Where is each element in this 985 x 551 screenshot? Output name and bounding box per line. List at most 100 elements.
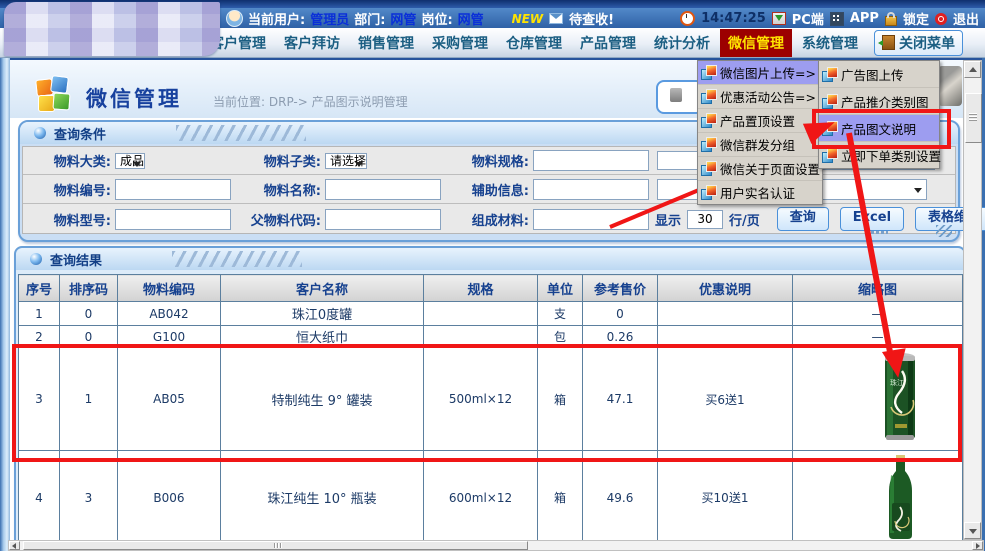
material-name-label: 物料名称: xyxy=(237,180,325,199)
menu-item-product-pin-settings[interactable]: 产品置顶设置 xyxy=(698,109,822,133)
menu-image-icon xyxy=(701,185,718,200)
lock-link[interactable]: 锁定 xyxy=(903,9,929,28)
col-sort[interactable]: 排序码 xyxy=(60,275,118,302)
product-name-link[interactable]: 珠江0度罐 xyxy=(221,302,424,326)
breadcrumb-path: DRP-> 产品图示说明管理 xyxy=(269,95,408,109)
parent-code-input[interactable] xyxy=(325,209,441,230)
cell-thumb-empty: — xyxy=(793,326,963,348)
material-code-input[interactable] xyxy=(115,179,231,200)
cell-code: AB05 xyxy=(118,348,221,451)
vertical-scrollbar[interactable] xyxy=(963,60,982,540)
product-name-link[interactable]: 珠江纯生 10° 瓶装 xyxy=(221,451,424,543)
col-seq[interactable]: 序号 xyxy=(19,275,60,302)
inbox-link[interactable]: 待查收! xyxy=(569,9,614,28)
product-bottle-thumbnail[interactable] xyxy=(880,455,920,541)
app-window: 当前用户: 管理员 部门: 网管 岗位: 网管 NEW 待查收! 14:47:2… xyxy=(0,0,985,551)
material-class-label: 物料大类: xyxy=(23,151,115,170)
product-name-link[interactable]: 恒大纸巾 xyxy=(221,326,424,348)
aux-info-label: 辅助信息: xyxy=(443,180,533,199)
scroll-up-button[interactable] xyxy=(964,61,981,78)
cell-unit: 支 xyxy=(538,302,583,326)
table-row: 1 0 AB042 珠江0度罐 支 0 — xyxy=(19,302,963,326)
material-model-input[interactable] xyxy=(115,209,231,230)
menu-item-user-verification[interactable]: 用户实名认证 xyxy=(698,181,822,204)
submenu-item-order-now-category[interactable]: 立即下单类别设置 xyxy=(819,142,939,168)
window-left-edge xyxy=(0,58,10,551)
nav-item-warehouse-mgmt[interactable]: 仓库管理 xyxy=(498,29,570,57)
cell-price: 0.26 xyxy=(583,326,658,348)
cell-price: 49.6 xyxy=(583,451,658,543)
cell-price: 0 xyxy=(583,302,658,326)
col-price[interactable]: 参考售价 xyxy=(583,275,658,302)
col-code[interactable]: 物料编码 xyxy=(118,275,221,302)
product-can-thumbnail[interactable]: 珠江 xyxy=(877,351,923,445)
panel-corner-decoration xyxy=(936,225,952,237)
page-size-input[interactable]: 30 xyxy=(687,210,723,229)
logout-icon[interactable] xyxy=(935,13,947,25)
table-row-highlighted: 3 1 AB05 特制纯生 9° 罐装 500ml×12 箱 47.1 买6送1 xyxy=(19,348,963,451)
nav-item-stats-analysis[interactable]: 统计分析 xyxy=(646,29,718,57)
cell-unit: 箱 xyxy=(538,348,583,451)
app-link[interactable]: APP xyxy=(850,11,879,26)
menu-image-icon xyxy=(822,94,839,109)
col-unit[interactable]: 单位 xyxy=(538,275,583,302)
results-table: 序号 排序码 物料编码 客户名称 规格 单位 参考售价 优惠说明 缩略图 1 0… xyxy=(18,274,963,542)
horizontal-scrollbar-thumb[interactable] xyxy=(23,541,528,550)
material-name-input[interactable] xyxy=(325,179,441,200)
pc-client-icon[interactable] xyxy=(772,12,786,25)
query-button[interactable]: 查询 xyxy=(777,207,829,231)
mail-icon[interactable] xyxy=(549,13,563,24)
material-code-label: 物料编号: xyxy=(23,180,115,199)
col-promo[interactable]: 优惠说明 xyxy=(658,275,793,302)
scroll-right-button[interactable] xyxy=(972,541,983,550)
menu-item-wechat-image-upload[interactable]: 微信图片上传=> xyxy=(698,61,822,85)
app-qr-icon[interactable] xyxy=(830,12,844,26)
menu-item-promo-announcement[interactable]: 优惠活动公告=> xyxy=(698,85,822,109)
submenu-item-ad-image-upload[interactable]: 广告图上传 xyxy=(819,61,939,88)
result-panel-header: 查询结果 xyxy=(16,248,964,270)
material-class-select[interactable]: 成品 xyxy=(115,153,145,169)
menu-image-icon xyxy=(701,161,718,176)
menu-item-wechat-about-page[interactable]: 微信关于页面设置 xyxy=(698,157,822,181)
excel-button[interactable]: Excel xyxy=(840,207,904,231)
scroll-left-button[interactable] xyxy=(9,541,20,550)
menu-image-icon xyxy=(701,65,718,80)
pc-client-link[interactable]: PC端 xyxy=(792,9,824,28)
module-icon xyxy=(36,76,72,112)
vertical-scrollbar-thumb[interactable] xyxy=(965,93,982,143)
product-name-link[interactable]: 特制纯生 9° 罐装 xyxy=(221,348,424,451)
col-spec[interactable]: 规格 xyxy=(424,275,538,302)
close-menu-button[interactable]: 关闭菜单 xyxy=(874,30,963,56)
cell-sort: 0 xyxy=(60,302,118,326)
material-spec-input[interactable] xyxy=(533,150,649,171)
user-value: 管理员 xyxy=(310,9,349,28)
logout-link[interactable]: 退出 xyxy=(953,9,979,28)
page-title: 微信管理 xyxy=(86,83,182,113)
menu-item-wechat-group-send[interactable]: 微信群发分组 xyxy=(698,133,822,157)
submenu-item-product-image-text[interactable]: 产品图文说明 xyxy=(819,115,939,142)
nav-item-product-mgmt[interactable]: 产品管理 xyxy=(572,29,644,57)
panel-dots-decoration xyxy=(866,231,888,234)
nav-item-purchase-mgmt[interactable]: 采购管理 xyxy=(424,29,496,57)
col-name[interactable]: 客户名称 xyxy=(221,275,424,302)
cell-sort: 0 xyxy=(60,326,118,348)
nav-item-customer-visit[interactable]: 客户拜访 xyxy=(276,29,348,57)
nav-item-wechat-mgmt[interactable]: 微信管理 xyxy=(720,29,792,57)
table-row: 4 3 B006 珠江纯生 10° 瓶装 600ml×12 箱 49.6 买10… xyxy=(19,451,963,543)
aux-info-input[interactable] xyxy=(533,179,649,200)
col-thumb[interactable]: 缩略图 xyxy=(793,275,963,302)
nav-item-system-mgmt[interactable]: 系统管理 xyxy=(794,29,866,57)
current-time: 14:47:25 xyxy=(701,11,766,26)
horizontal-scrollbar[interactable] xyxy=(8,540,984,551)
material-comp-input[interactable] xyxy=(533,209,649,230)
lock-icon[interactable] xyxy=(885,16,897,26)
background-photo-fragment xyxy=(938,66,962,106)
material-subclass-select[interactable]: 请选择 xyxy=(325,153,367,169)
cell-thumb xyxy=(793,451,963,543)
breadcrumb-label: 当前位置: xyxy=(213,95,265,109)
submenu-item-product-category-image[interactable]: 产品推介类别图 xyxy=(819,88,939,115)
cell-seq: 2 xyxy=(19,326,60,348)
nav-item-sales-mgmt[interactable]: 销售管理 xyxy=(350,29,422,57)
scroll-down-button[interactable] xyxy=(964,522,981,539)
table-row: 2 0 G100 恒大纸巾 包 0.26 — xyxy=(19,326,963,348)
